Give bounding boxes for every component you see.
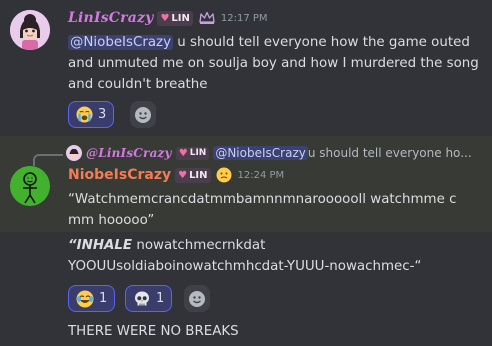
reply-preview[interactable]: @LinIsCrazy ♥ LIN @NiobeIsCrazy u should… xyxy=(66,145,472,161)
reply-spine xyxy=(33,154,63,166)
guild-tag[interactable]: ♥ LIN xyxy=(157,10,193,26)
reply-guild-tag: ♥ LIN xyxy=(175,146,210,160)
content-line-3: and couldn't breathe xyxy=(68,77,208,92)
reply-author[interactable]: @LinIsCrazy xyxy=(86,146,172,160)
user-mention[interactable]: @NiobeIsCrazy xyxy=(68,35,173,50)
smiley-add-icon xyxy=(135,106,151,123)
reaction-count: 3 xyxy=(98,107,107,122)
reaction-count: 1 xyxy=(156,291,165,306)
guild-tag-label: LIN xyxy=(189,169,208,181)
add-reaction-button[interactable] xyxy=(130,101,156,128)
avatar-image xyxy=(10,10,50,50)
message-content: “Watchmemcrancdatmmbamnnmnaroooooll watc… xyxy=(68,189,488,231)
smiley-add-icon xyxy=(189,290,205,307)
inhale-emphasis: “INHALE xyxy=(68,238,133,253)
reply-text: u should tell everyone ho... xyxy=(307,146,472,160)
author-name[interactable]: NiobeIsCrazy xyxy=(68,167,171,183)
stick-figure-avatar xyxy=(10,166,50,206)
message-content: @NiobeIsCrazy u should tell everyone how… xyxy=(68,32,488,95)
content-text: u should tell everyone how the game oute… xyxy=(173,35,470,50)
timestamp: 12:17 PM xyxy=(220,12,268,24)
reply-avatar xyxy=(66,145,82,161)
content-line-1: “Watchmemcrancdatmmbamnnmnaroooooll watc… xyxy=(68,192,457,207)
timestamp: 12:24 PM xyxy=(237,169,285,181)
skull-icon xyxy=(135,291,149,305)
guild-tag-label: LIN xyxy=(171,12,190,24)
guild-tag[interactable]: ♥ LIN xyxy=(175,167,211,183)
message-continuation: “INHALE nowatchmecrnkdat YOOUUsoldiaboin… xyxy=(68,235,488,277)
message-2: @LinIsCrazy ♥ LIN @NiobeIsCrazy u should… xyxy=(0,136,492,346)
avatar[interactable] xyxy=(10,10,50,50)
message-1: LinIsCrazy ♥ LIN 12:17 PM @NiobeIsCrazy … xyxy=(0,0,492,136)
heart-icon: ♥ xyxy=(178,147,188,159)
avatar[interactable] xyxy=(10,166,50,206)
reaction-skull[interactable]: 1 xyxy=(125,285,173,312)
loudly-crying-face-icon xyxy=(76,106,93,123)
face-with-tears-of-joy-icon xyxy=(76,290,94,307)
content-line-4: YOOUUsoldiaboinowatchmhcdat-YUUU-nowachm… xyxy=(68,259,422,274)
reaction-crying[interactable]: 3 xyxy=(68,101,115,128)
heart-icon: ♥ xyxy=(160,12,170,24)
heart-icon: ♥ xyxy=(178,169,188,181)
message-header: NiobeIsCrazy ♥ LIN 12:24 PM xyxy=(68,167,284,183)
author-name[interactable]: LinIsCrazy xyxy=(68,10,153,26)
reaction-joy[interactable]: 1 xyxy=(68,285,116,312)
content-text: nowatchmecrnkdat xyxy=(132,238,266,253)
reaction-count: 1 xyxy=(99,291,108,306)
followup-message: THERE WERE NO BREAKS xyxy=(68,324,239,339)
content-line-2: mm hooooo” xyxy=(68,213,155,228)
content-line-2: and unmuted me on soulja boy and how I m… xyxy=(68,56,479,71)
reply-tag-label: LIN xyxy=(189,148,207,158)
reply-mention[interactable]: @NiobeIsCrazy xyxy=(213,146,308,160)
add-reaction-button[interactable] xyxy=(184,285,210,312)
message-header: LinIsCrazy ♥ LIN 12:17 PM xyxy=(68,10,268,26)
role-emoji-icon[interactable] xyxy=(216,167,232,183)
content-line-3: “INHALE nowatchmecrnkdat xyxy=(68,235,488,256)
content-line-1: @NiobeIsCrazy u should tell everyone how… xyxy=(68,32,488,53)
crown-icon[interactable] xyxy=(199,11,215,25)
